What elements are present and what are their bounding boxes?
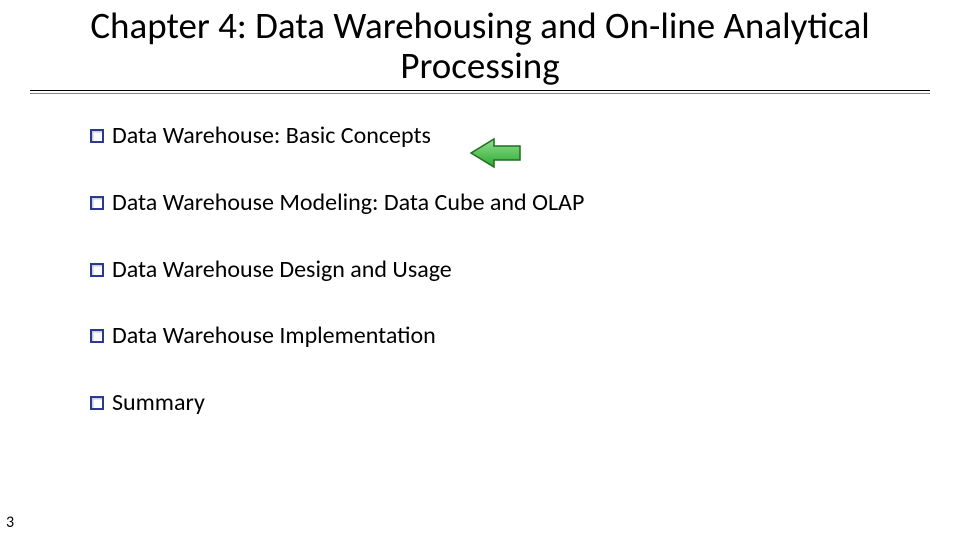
list-item-label: Data Warehouse Modeling: Data Cube and O…: [112, 189, 584, 218]
square-bullet-icon: [90, 129, 104, 143]
slide: Chapter 4: Data Warehousing and On-line …: [0, 0, 960, 540]
list-item: Data Warehouse Implementation: [90, 322, 960, 351]
page-number: 3: [6, 513, 14, 532]
list-item-label: Data Warehouse: Basic Concepts: [112, 122, 431, 151]
list-item-label: Data Warehouse Design and Usage: [112, 256, 452, 285]
list-item: Summary: [90, 389, 960, 418]
list-item: Data Warehouse Modeling: Data Cube and O…: [90, 189, 960, 218]
list-item-label: Summary: [112, 389, 205, 418]
list-item-label: Data Warehouse Implementation: [112, 322, 436, 351]
square-bullet-icon: [90, 263, 104, 277]
square-bullet-icon: [90, 196, 104, 210]
square-bullet-icon: [90, 396, 104, 410]
left-arrow-icon: [468, 136, 524, 170]
slide-title: Chapter 4: Data Warehousing and On-line …: [0, 0, 960, 86]
list-item: Data Warehouse: Basic Concepts: [90, 122, 960, 151]
list-item: Data Warehouse Design and Usage: [90, 256, 960, 285]
square-bullet-icon: [90, 329, 104, 343]
